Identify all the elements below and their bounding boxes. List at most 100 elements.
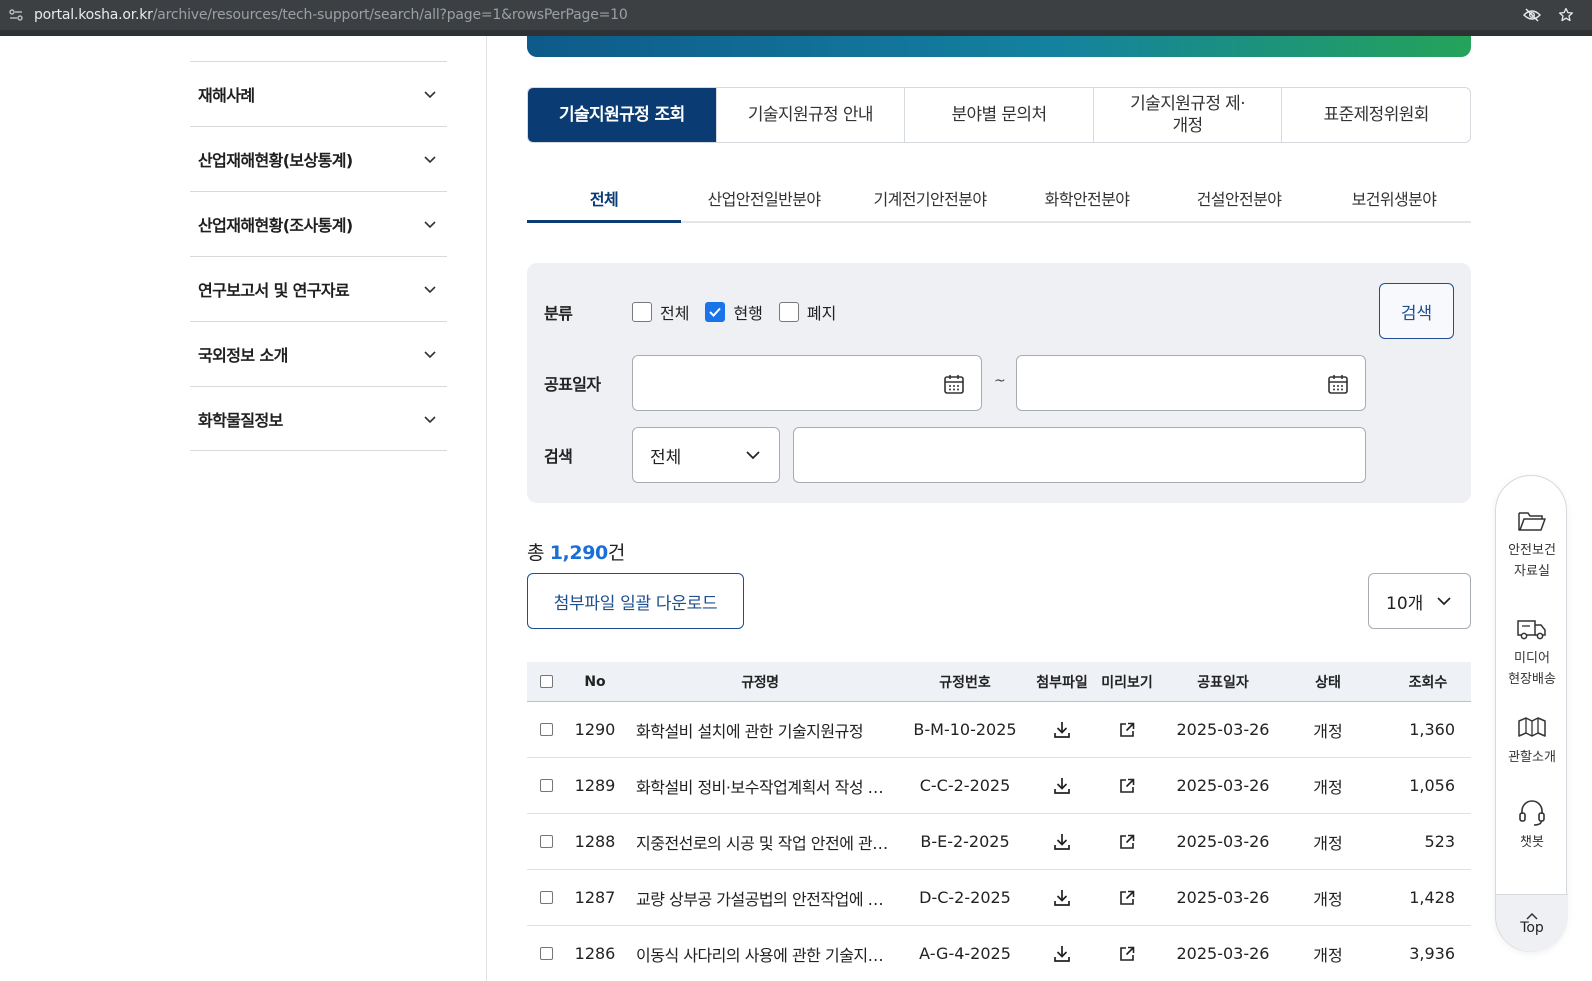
cell-date: 2025-03-26 <box>1176 944 1270 963</box>
cell-title-link[interactable]: 지중전선로의 시공 및 작업 안전에 관… <box>625 830 895 854</box>
category-label: 분류 <box>544 304 573 323</box>
date-label: 공표일자 <box>544 375 601 394</box>
header-title: 규정명 <box>741 674 779 691</box>
cell-status: 개정 <box>1313 721 1343 741</box>
quick-item-jurisdiction[interactable]: 관할소개 <box>1496 713 1568 768</box>
download-icon[interactable] <box>1052 888 1072 908</box>
rows-per-page-select[interactable]: 10개 <box>1368 573 1471 629</box>
cell-code: A-G-4-2025 <box>919 944 1011 963</box>
tab-regulation-search[interactable]: 기술지원규정 조회 <box>528 88 716 142</box>
bookmark-star-icon[interactable] <box>1556 5 1576 25</box>
external-link-icon[interactable] <box>1118 889 1136 907</box>
sidebar-item-research-reports[interactable]: 연구보고서 및 연구자료 <box>190 256 447 321</box>
checkbox-abolished[interactable]: 폐지 <box>778 300 836 324</box>
calendar-icon[interactable] <box>1327 373 1349 395</box>
checkbox-box[interactable] <box>778 302 799 322</box>
chevron-down-icon <box>746 451 760 460</box>
cell-status: 개정 <box>1313 777 1343 797</box>
chevron-down-icon <box>424 286 436 294</box>
select-value: 10개 <box>1386 593 1424 614</box>
calendar-icon[interactable] <box>943 373 965 395</box>
header-preview: 미리보기 <box>1101 674 1153 691</box>
subtab-mechanical-electrical[interactable]: 기계전기안전분야 <box>847 175 1013 221</box>
cell-no: 1289 <box>574 776 616 795</box>
sidebar-item-compensation-stats[interactable]: 산업재해현황(보상통계) <box>190 126 447 191</box>
row-checkbox[interactable] <box>539 835 553 848</box>
subtab-construction[interactable]: 건설안전분야 <box>1161 175 1317 221</box>
tab-regulation-revision[interactable]: 기술지원규정 제· 개정 <box>1092 88 1282 142</box>
table-row: 1287 교량 상부공 가설공법의 안전작업에 … D-C-2-2025 202… <box>527 870 1471 926</box>
cell-views: 1,360 <box>1409 720 1455 739</box>
folder-icon <box>1516 506 1548 536</box>
eye-off-icon[interactable] <box>1522 5 1542 25</box>
total-number: 1,290 <box>549 542 609 564</box>
date-from-input[interactable] <box>632 355 982 411</box>
content-divider <box>486 36 487 981</box>
header-file: 첨부파일 <box>1036 674 1088 691</box>
select-all-checkbox[interactable] <box>539 675 553 688</box>
subtab-health-hygiene[interactable]: 보건위생분야 <box>1317 175 1471 221</box>
external-link-icon[interactable] <box>1118 945 1136 963</box>
quick-item-label: 미디어 현장배송 <box>1508 651 1556 687</box>
external-link-icon[interactable] <box>1118 777 1136 795</box>
chevron-down-icon <box>424 415 436 423</box>
download-icon[interactable] <box>1052 776 1072 796</box>
external-link-icon[interactable] <box>1118 833 1136 851</box>
chevron-up-icon <box>1526 912 1538 920</box>
quick-item-chatbot[interactable]: 챗봇 <box>1496 798 1568 853</box>
url-field[interactable]: portal.kosha.or.kr/archive/resources/tec… <box>34 7 628 23</box>
sidebar-item-label: 화학물질정보 <box>198 410 283 430</box>
search-field-select[interactable]: 전체 <box>632 427 780 483</box>
checkbox-box-checked[interactable] <box>705 302 726 322</box>
total-suffix: 건 <box>607 542 625 564</box>
sidebar-item-disaster-cases[interactable]: 재해사례 <box>190 61 447 126</box>
sidebar-item-chemical-info[interactable]: 화학물질정보 <box>190 386 447 451</box>
cell-title-link[interactable]: 교량 상부공 가설공법의 안전작업에 … <box>625 886 895 910</box>
left-sidebar-menu: 재해사례 산업재해현황(보상통계) 산업재해현황(조사통계) 연구보고서 및 연… <box>190 61 447 451</box>
subtab-all[interactable]: 전체 <box>527 175 681 223</box>
subtab-industrial-general[interactable]: 산업안전일반분야 <box>681 175 847 221</box>
download-icon[interactable] <box>1052 720 1072 740</box>
sidebar-item-survey-stats[interactable]: 산업재해현황(조사통계) <box>190 191 447 256</box>
cell-code: B-E-2-2025 <box>920 832 1010 851</box>
table-header: No 규정명 규정번호 첨부파일 미리보기 공표일자 상태 조회수 <box>527 662 1471 702</box>
row-checkbox[interactable] <box>539 947 553 960</box>
quick-item-label: 챗봇 <box>1520 835 1544 850</box>
date-to-input[interactable] <box>1016 355 1366 411</box>
cell-title-link[interactable]: 이동식 사다리의 사용에 관한 기술지… <box>625 942 895 966</box>
cell-no: 1290 <box>574 720 616 739</box>
page-banner <box>527 36 1471 57</box>
cell-date: 2025-03-26 <box>1176 832 1270 851</box>
keyword-input[interactable] <box>793 427 1366 483</box>
checkbox-current[interactable]: 현행 <box>705 300 763 324</box>
cell-views: 523 <box>1424 832 1455 851</box>
total-count: 총 1,290건 <box>527 538 625 565</box>
scroll-to-top-button[interactable]: Top <box>1496 894 1568 952</box>
row-checkbox[interactable] <box>539 779 553 792</box>
row-checkbox[interactable] <box>539 723 553 736</box>
header-no: No <box>584 673 606 690</box>
quick-item-resources[interactable]: 안전보건 자료실 <box>1496 506 1568 582</box>
tab-regulation-guide[interactable]: 기술지원규정 안내 <box>715 88 905 142</box>
tab-standards-committee[interactable]: 표준제정위원회 <box>1281 88 1470 142</box>
subtab-chemical[interactable]: 화학안전분야 <box>1013 175 1161 221</box>
cell-title-link[interactable]: 화학설비 정비·보수작업계획서 작성 … <box>625 774 895 798</box>
cell-date: 2025-03-26 <box>1176 776 1270 795</box>
checkbox-box[interactable] <box>632 302 652 322</box>
download-icon[interactable] <box>1052 944 1072 964</box>
download-icon[interactable] <box>1052 832 1072 852</box>
checkbox-all[interactable]: 전체 <box>632 300 689 324</box>
row-checkbox[interactable] <box>539 891 553 904</box>
site-settings-icon[interactable] <box>8 8 24 22</box>
sidebar-item-label: 재해사례 <box>198 86 255 105</box>
cell-title-link[interactable]: 화학설비 설치에 관한 기술지원규정 <box>625 718 895 742</box>
url-path: /archive/resources/tech-support/search/a… <box>152 7 628 23</box>
tab-field-contacts[interactable]: 분야별 문의처 <box>904 88 1093 142</box>
cell-code: B-M-10-2025 <box>913 720 1017 739</box>
chevron-down-icon <box>424 351 436 359</box>
quick-item-media-delivery[interactable]: 미디어 현장배송 <box>1496 614 1568 690</box>
sidebar-item-overseas-info[interactable]: 국외정보 소개 <box>190 321 447 386</box>
external-link-icon[interactable] <box>1118 721 1136 739</box>
search-button[interactable]: 검색 <box>1379 283 1454 339</box>
bulk-download-button[interactable]: 첨부파일 일괄 다운로드 <box>527 573 744 629</box>
